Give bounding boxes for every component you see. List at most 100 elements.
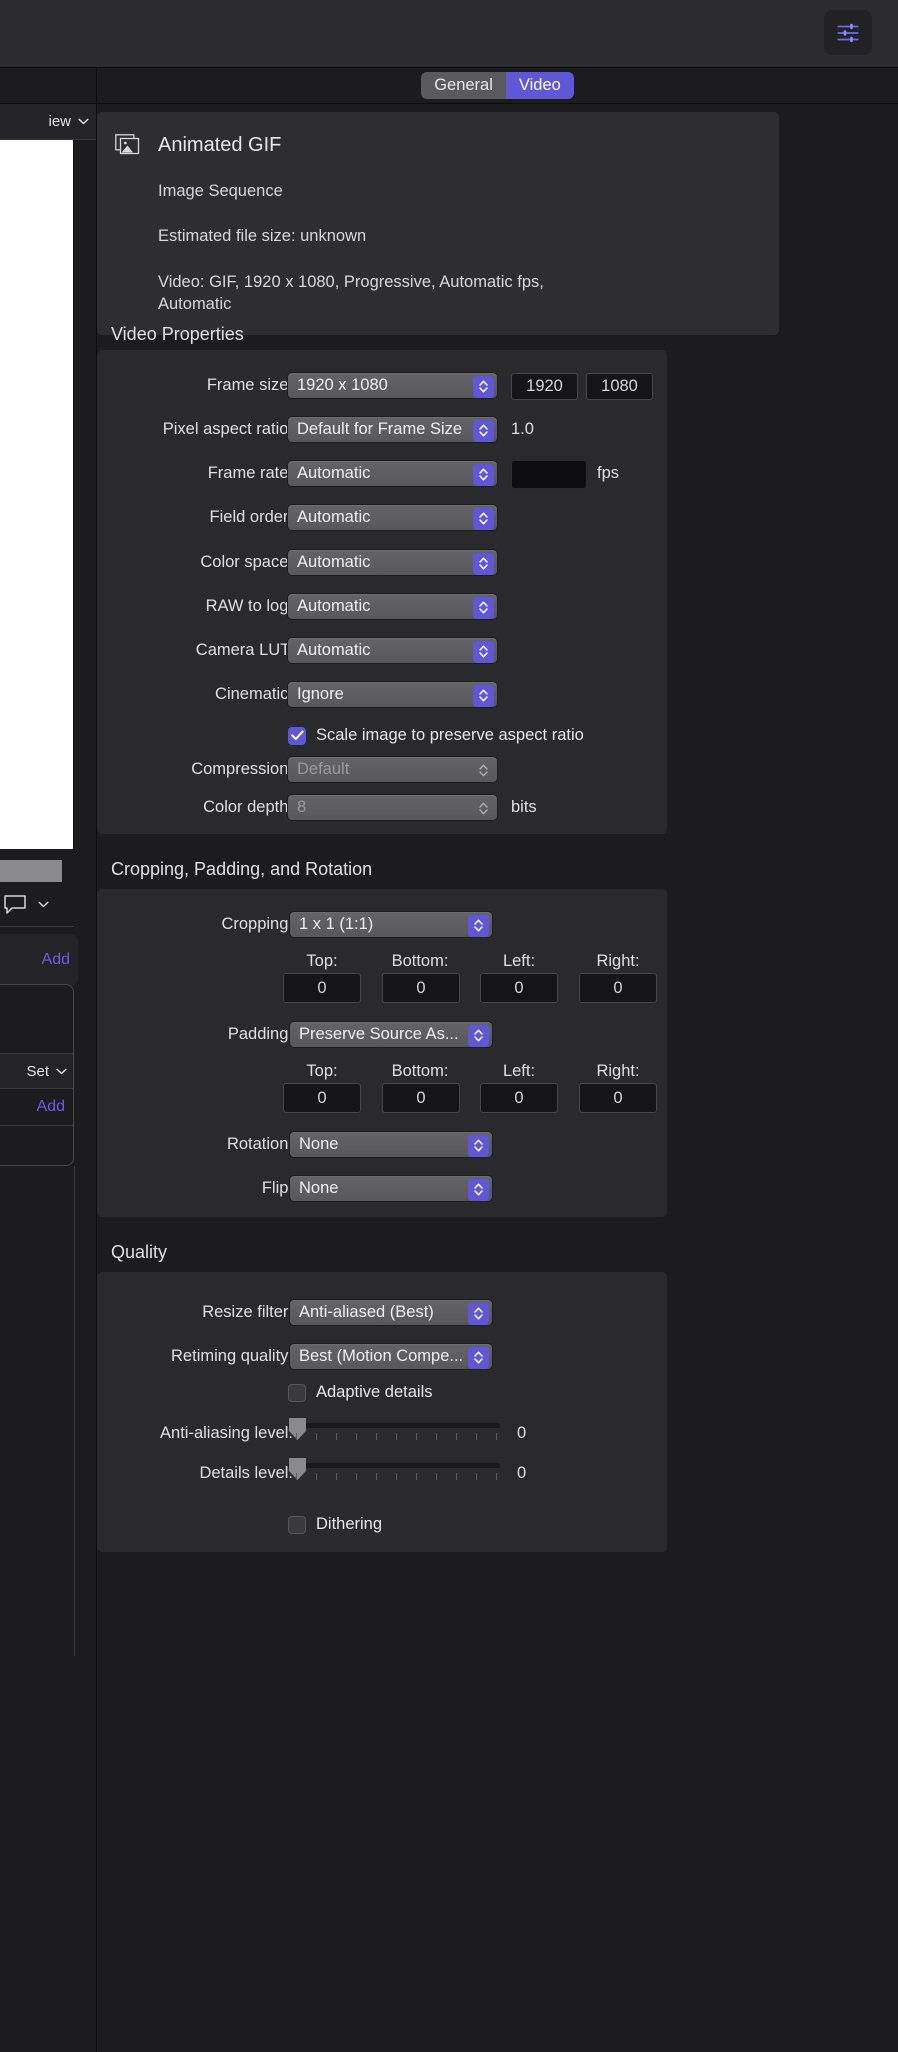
video-settings-pane: Animated GIF Image Sequence Estimated fi… xyxy=(97,104,898,2052)
anti-aliasing-value: 0 xyxy=(517,1424,527,1442)
raw-to-log-value: Automatic xyxy=(297,597,371,615)
pad-right-field[interactable]: 0 xyxy=(579,1083,657,1113)
inspector-window: iew Add Set Add General Video Animated G… xyxy=(0,0,898,2052)
field-order-value: Automatic xyxy=(297,508,371,526)
slider-ticks xyxy=(296,1473,497,1481)
pad-left-field[interactable]: 0 xyxy=(480,1083,558,1113)
cinematic-value: Ignore xyxy=(297,685,344,703)
sidebar-divider xyxy=(74,1166,75,1656)
rotation-popup[interactable]: None xyxy=(289,1131,493,1158)
top-toolbar xyxy=(0,0,898,68)
padding-popup[interactable]: Preserve Source As... xyxy=(289,1021,493,1048)
crop-header-bottom: Bottom: xyxy=(391,952,449,970)
segmented-control: General Video xyxy=(421,72,574,99)
pad-top-field[interactable]: 0 xyxy=(283,1083,361,1113)
camera-lut-popup[interactable]: Automatic xyxy=(287,637,498,664)
chevron-updown-icon xyxy=(479,424,488,437)
dithering-checkbox-row[interactable]: Dithering xyxy=(288,1515,382,1534)
compression-popup[interactable]: Default xyxy=(287,756,498,783)
tab-video[interactable]: Video xyxy=(505,72,574,99)
stepper-arrows-icon xyxy=(473,596,494,619)
checkmark-icon xyxy=(290,730,304,740)
chevron-updown-icon xyxy=(479,764,488,777)
chevron-updown-icon xyxy=(474,1139,483,1152)
pad-header-top: Top: xyxy=(306,1062,338,1080)
color-space-popup[interactable]: Automatic xyxy=(287,549,498,576)
crop-header-right: Right: xyxy=(596,952,640,970)
scale-image-checkbox-row[interactable]: Scale image to preserve aspect ratio xyxy=(288,726,584,745)
sidebar-scrubber-bar[interactable] xyxy=(0,860,62,882)
sidebar-add-button-2[interactable]: Add xyxy=(37,1098,65,1116)
chevron-updown-icon xyxy=(474,1307,483,1320)
sidebar-jobaction-panel: Set Add xyxy=(0,984,74,1166)
pad-header-left: Left: xyxy=(502,1062,536,1080)
color-space-label: Color space: xyxy=(200,553,293,571)
crop-top-field[interactable]: 0 xyxy=(283,973,361,1003)
cropping-value: 1 x 1 (1:1) xyxy=(299,915,374,933)
raw-to-log-label: RAW to log: xyxy=(205,597,293,615)
color-depth-unit-label: bits xyxy=(511,798,537,816)
stepper-arrows-icon xyxy=(473,760,494,782)
resize-filter-popup[interactable]: Anti-aliased (Best) xyxy=(289,1299,493,1326)
chevron-updown-icon xyxy=(479,468,488,481)
cropping-heading: Cropping, Padding, and Rotation xyxy=(111,859,373,879)
slider-track xyxy=(288,1423,500,1428)
chevron-updown-icon xyxy=(474,1183,483,1196)
left-sidebar: iew Add Set Add xyxy=(0,68,97,2052)
crop-right-field[interactable]: 0 xyxy=(579,973,657,1003)
anti-aliasing-level-label: Anti-aliasing level: xyxy=(160,1424,293,1442)
camera-lut-value: Automatic xyxy=(297,641,371,659)
field-order-popup[interactable]: Automatic xyxy=(287,504,498,531)
stepper-arrows-icon xyxy=(473,375,494,398)
color-depth-popup[interactable]: 8 xyxy=(287,794,498,821)
pad-bottom-field[interactable]: 0 xyxy=(382,1083,460,1113)
stepper-arrows-icon xyxy=(473,463,494,486)
frame-size-label: Frame size: xyxy=(206,376,293,394)
estimated-file-size: Estimated file size: unknown xyxy=(158,227,367,246)
cinematic-label: Cinematic: xyxy=(215,685,293,703)
camera-lut-label: Camera LUT: xyxy=(195,641,293,659)
frame-rate-field[interactable] xyxy=(511,460,587,489)
dithering-checkbox[interactable] xyxy=(288,1515,306,1534)
adaptive-details-checkbox-row[interactable]: Adaptive details xyxy=(288,1383,433,1402)
format-title: Animated GIF xyxy=(158,134,282,156)
sidebar-view-label: iew xyxy=(48,113,71,130)
retiming-quality-popup[interactable]: Best (Motion Compe... xyxy=(289,1343,493,1370)
details-level-slider[interactable] xyxy=(288,1456,500,1486)
adaptive-details-checkbox[interactable] xyxy=(288,1383,306,1402)
sidebar-set-menu[interactable]: Set xyxy=(0,1053,73,1089)
flip-popup[interactable]: None xyxy=(289,1175,493,1202)
frame-height-field[interactable]: 1080 xyxy=(586,373,653,400)
cropping-popup[interactable]: 1 x 1 (1:1) xyxy=(289,911,493,938)
cropping-box xyxy=(97,889,667,1217)
sidebar-preview-area xyxy=(0,140,74,849)
color-space-value: Automatic xyxy=(297,553,371,571)
sidebar-view-menu[interactable]: iew xyxy=(0,104,96,140)
comment-bubble-icon xyxy=(4,894,26,914)
crop-header-left: Left: xyxy=(502,952,536,970)
flip-value: None xyxy=(299,1179,339,1197)
details-level-value: 0 xyxy=(517,1464,527,1482)
cinematic-popup[interactable]: Ignore xyxy=(287,681,498,708)
scale-image-checkbox[interactable] xyxy=(288,726,306,745)
color-depth-label: Color depth: xyxy=(203,798,293,816)
flip-label: Flip: xyxy=(261,1179,293,1197)
frame-rate-popup[interactable]: Automatic xyxy=(287,460,498,487)
pad-header-right: Right: xyxy=(596,1062,640,1080)
compression-label: Compression: xyxy=(191,760,293,778)
pixel-aspect-ratio-popup[interactable]: Default for Frame Size xyxy=(287,416,498,443)
frame-width-field[interactable]: 1920 xyxy=(511,373,578,400)
frame-size-popup[interactable]: 1920 x 1080 xyxy=(287,372,498,399)
inspector-toggle-button[interactable] xyxy=(824,10,872,55)
chevron-updown-icon xyxy=(479,645,488,658)
sidebar-comment-row[interactable] xyxy=(0,882,74,927)
anti-aliasing-slider[interactable] xyxy=(288,1416,500,1446)
crop-left-field[interactable]: 0 xyxy=(480,973,558,1003)
video-properties-heading: Video Properties xyxy=(111,324,244,344)
crop-bottom-field[interactable]: 0 xyxy=(382,973,460,1003)
tab-general[interactable]: General xyxy=(421,72,506,99)
stepper-arrows-icon xyxy=(468,1178,489,1201)
stepper-arrows-icon xyxy=(473,798,494,820)
raw-to-log-popup[interactable]: Automatic xyxy=(287,593,498,620)
sidebar-add-button-1[interactable]: Add xyxy=(42,951,70,969)
